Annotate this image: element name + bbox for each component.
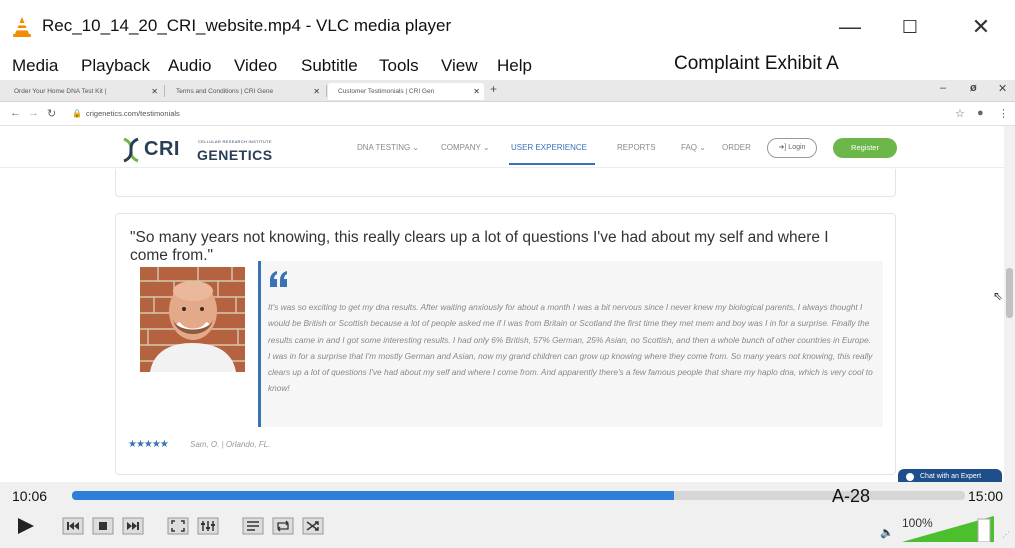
loop-icon[interactable] <box>272 514 294 538</box>
login-button[interactable]: ➜] Login <box>767 138 817 158</box>
customer-photo <box>140 267 245 372</box>
active-nav-underline <box>509 163 595 165</box>
shuffle-icon[interactable] <box>302 514 324 538</box>
menu-bar: Media Playback Audio Video Subtitle Tool… <box>0 52 1015 80</box>
browser-minimize-icon[interactable]: – <box>940 82 946 94</box>
minimize-button[interactable]: — <box>835 14 865 40</box>
volume-percent: 100% <box>902 516 933 530</box>
page-scrollbar[interactable] <box>1004 126 1015 482</box>
video-frame[interactable]: Order Your Home DNA Test Kit | ✕ Terms a… <box>0 80 1015 482</box>
dna-logo-icon <box>123 137 139 163</box>
nav-reports[interactable]: REPORTS <box>617 143 656 152</box>
chat-label: Chat with an Expert <box>920 473 982 480</box>
tab-close-icon[interactable]: ✕ <box>313 83 320 100</box>
menu-tools[interactable]: Tools <box>379 56 419 76</box>
resize-grip-icon[interactable]: ⋰ <box>1002 530 1010 539</box>
play-icon[interactable] <box>10 514 38 538</box>
register-button[interactable]: Register <box>833 138 897 158</box>
url-field[interactable]: crigenetics.com/testimonials <box>86 109 180 118</box>
tab-divider <box>326 85 327 97</box>
testimonial-quote-box: It's was so exciting to get my dna resul… <box>258 261 883 427</box>
close-button[interactable]: ✕ <box>966 14 996 40</box>
new-tab-icon[interactable]: + <box>490 82 497 96</box>
tab-title: Order Your Home DNA Test Kit | <box>14 88 107 95</box>
logo-text-main: CRI <box>144 138 180 160</box>
seek-bar-progress <box>72 491 674 500</box>
testimonial-body: It's was so exciting to get my dna resul… <box>268 302 873 394</box>
tab-close-icon[interactable]: ✕ <box>473 83 480 100</box>
extended-settings-icon[interactable] <box>197 514 219 538</box>
vlc-controls: 10:06 A-28 15:00 🔈 100% ⋰ <box>0 482 1015 548</box>
menu-audio[interactable]: Audio <box>168 56 211 76</box>
exhibit-number: A-28 <box>832 486 871 506</box>
previous-icon[interactable] <box>62 514 84 538</box>
mouse-cursor-icon: ⇖ <box>993 289 1004 303</box>
nav-dna-testing[interactable]: DNA TESTING ⌄ <box>357 143 419 152</box>
menu-subtitle[interactable]: Subtitle <box>301 56 358 76</box>
fullscreen-icon[interactable] <box>167 514 189 538</box>
back-arrow-icon[interactable]: ← <box>10 107 21 119</box>
lock-icon: 🔒 <box>72 109 82 118</box>
testimonial-headline: "So many years not knowing, this really … <box>130 229 829 264</box>
testimonial-author: Sam, O. | Orlando, FL. <box>190 440 271 449</box>
vlc-cone-icon <box>13 17 31 37</box>
menu-view[interactable]: View <box>441 56 478 76</box>
logo-tagline: CELLULAR RESEARCH INSTITUTE <box>198 139 272 144</box>
menu-playback[interactable]: Playback <box>81 56 150 76</box>
site-header: CRI CELLULAR RESEARCH INSTITUTE GENETICS… <box>0 126 1015 168</box>
nav-faq[interactable]: FAQ ⌄ <box>681 143 706 152</box>
nav-user-experience[interactable]: USER EXPERIENCE <box>511 143 587 152</box>
quote-icon <box>270 271 287 287</box>
scrollbar-thumb[interactable] <box>1006 268 1013 318</box>
logo-text-tail: GENETICS <box>197 147 273 163</box>
profile-icon[interactable]: ● <box>977 107 984 119</box>
elapsed-time: 10:06 <box>12 488 48 504</box>
browser-restore-icon[interactable]: ø <box>970 82 977 94</box>
browser-close-icon[interactable]: ✕ <box>998 82 1007 95</box>
nav-order[interactable]: ORDER <box>722 143 751 152</box>
next-icon[interactable] <box>122 514 144 538</box>
total-time: 15:00 <box>968 488 1004 504</box>
chat-bubble-icon <box>906 473 914 481</box>
playlist-icon[interactable] <box>242 514 264 538</box>
tab-title: Customer Testimonials | CRI Gen <box>338 88 435 95</box>
address-bar: ← → ↻ 🔒 crigenetics.com/testimonials ☆ ●… <box>0 102 1015 126</box>
chat-expert-button[interactable]: Chat with an Expert <box>898 469 1002 482</box>
browser-tab-active[interactable]: Customer Testimonials | CRI Gen ✕ <box>328 83 484 100</box>
speaker-icon[interactable]: 🔈 <box>880 526 894 539</box>
vlc-title-bar: Rec_10_14_20_CRI_website.mp4 - VLC media… <box>0 0 1015 52</box>
browser-menu-icon[interactable]: ⋮ <box>998 107 1009 120</box>
reload-icon[interactable]: ↻ <box>47 107 56 120</box>
window-title: Rec_10_14_20_CRI_website.mp4 - VLC media… <box>42 16 452 35</box>
exhibit-label: Complaint Exhibit A <box>674 53 839 74</box>
tab-divider <box>164 85 165 97</box>
previous-testimonial-card <box>115 169 896 197</box>
stop-icon[interactable] <box>92 514 114 538</box>
tab-title: Terms and Conditions | CRI Gene <box>176 88 274 95</box>
menu-help[interactable]: Help <box>497 56 532 76</box>
tab-close-icon[interactable]: ✕ <box>151 83 158 100</box>
forward-arrow-icon[interactable]: → <box>28 107 39 119</box>
browser-tab[interactable]: Order Your Home DNA Test Kit | ✕ <box>4 83 162 100</box>
browser-tab-strip: Order Your Home DNA Test Kit | ✕ Terms a… <box>0 80 1015 102</box>
testimonial-card: "So many years not knowing, this really … <box>115 213 896 475</box>
rating-stars-icon: ★★★★★ <box>128 439 169 450</box>
maximize-button[interactable]: ☐ <box>895 14 925 40</box>
bookmark-star-icon[interactable]: ☆ <box>955 107 965 120</box>
menu-media[interactable]: Media <box>12 56 58 76</box>
menu-video[interactable]: Video <box>234 56 277 76</box>
browser-tab[interactable]: Terms and Conditions | CRI Gene ✕ <box>166 83 324 100</box>
nav-company[interactable]: COMPANY ⌄ <box>441 143 490 152</box>
